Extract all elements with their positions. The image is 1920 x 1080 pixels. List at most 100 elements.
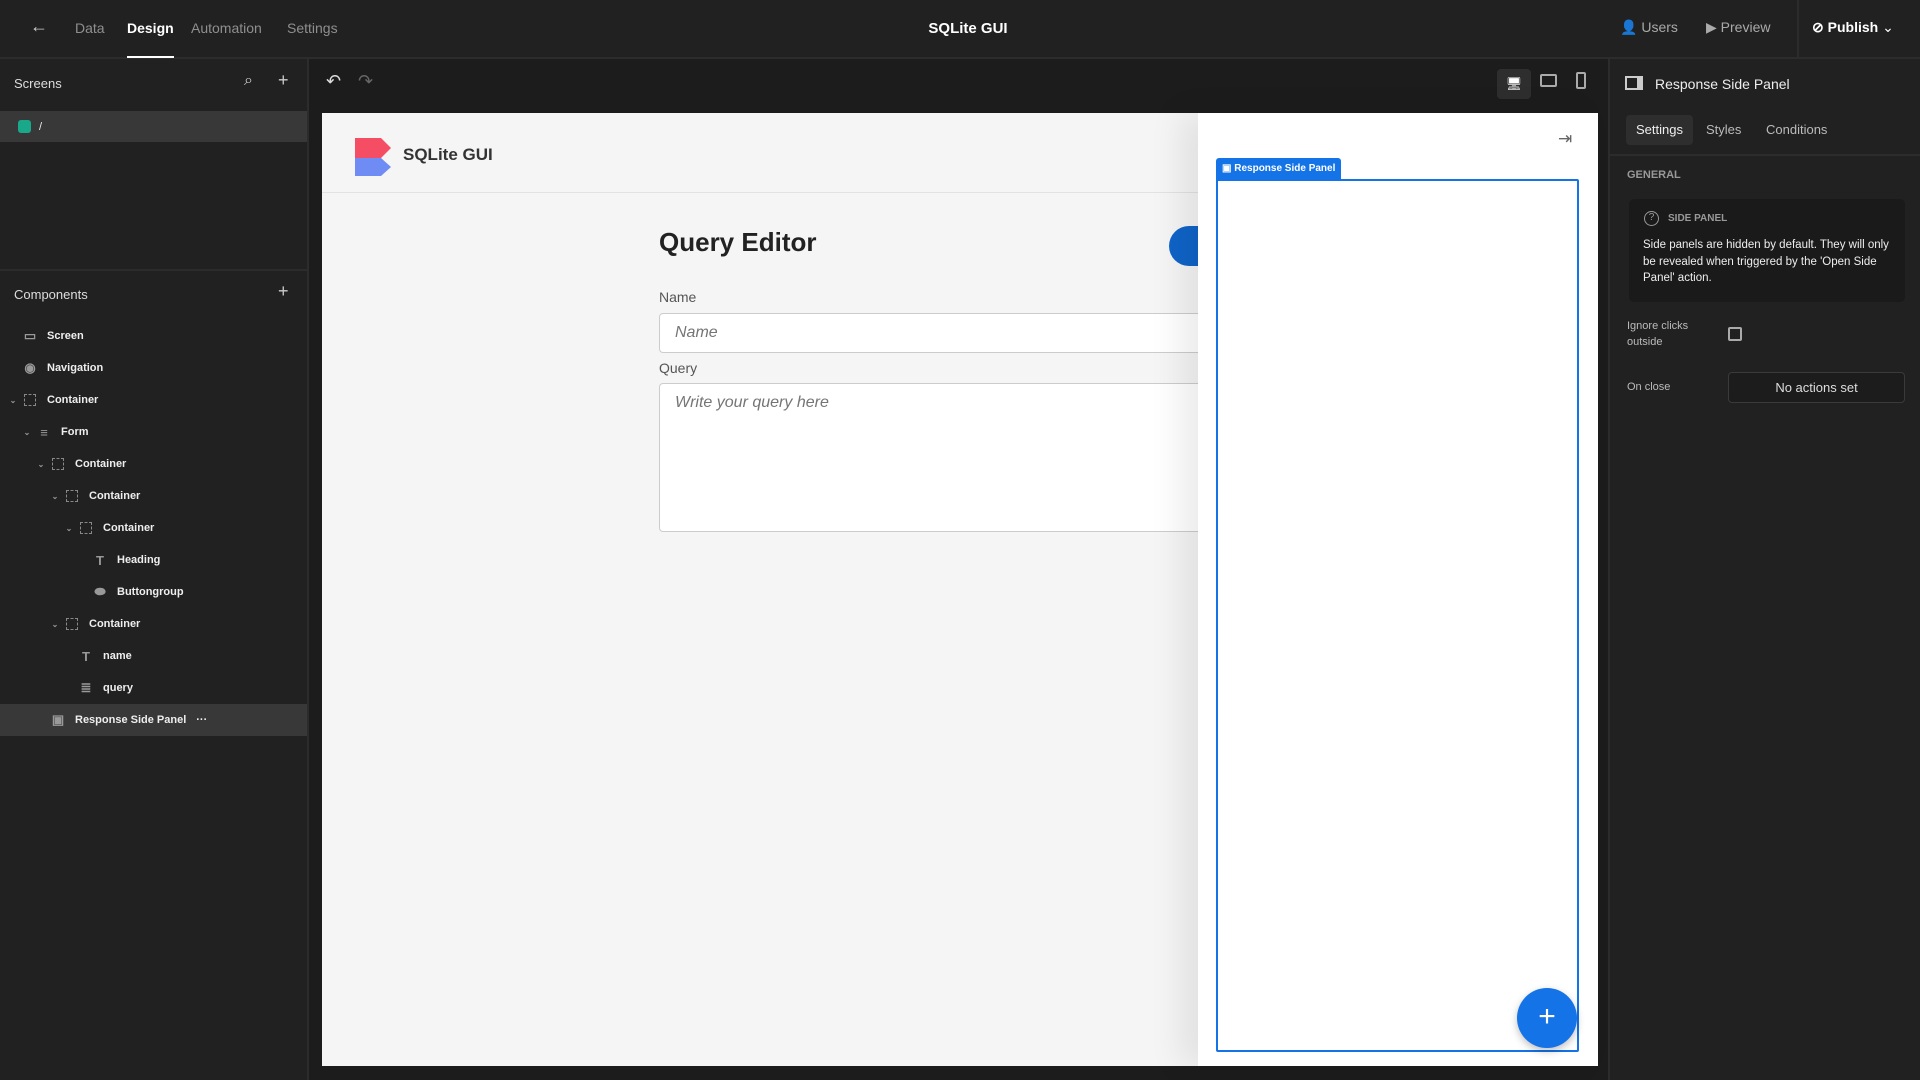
preview-label: Preview	[1720, 19, 1771, 35]
tree-item[interactable]: T Heading	[0, 544, 307, 576]
container-icon	[64, 618, 80, 630]
heading-icon: T	[96, 552, 104, 568]
tree-item[interactable]: ⌄ Container	[0, 480, 307, 512]
add-component-icon[interactable]: +	[278, 281, 289, 302]
chevron-down-icon[interactable]: ⌄	[36, 460, 46, 469]
users-label: Users	[1641, 19, 1678, 35]
tree-item-label: Response Side Panel	[75, 714, 187, 726]
eye-icon: ◉	[24, 360, 36, 375]
side-panel-tag-label: Response Side Panel	[1234, 163, 1336, 174]
publish-icon: ⊘	[1812, 19, 1824, 35]
tree-item[interactable]: ⬬ Buttongroup	[0, 576, 307, 608]
publish-button[interactable]: ⊘ Publish ⌄	[1812, 19, 1894, 36]
tree-item-label: query	[103, 682, 133, 694]
chevron-down-icon[interactable]: ⌄	[64, 524, 74, 533]
side-panel-dropzone[interactable]	[1216, 179, 1579, 1052]
tablet-view-icon[interactable]	[1540, 74, 1557, 87]
tree-item-label: Container	[89, 490, 141, 502]
tree-item[interactable]: ⌄ ≡ Form	[0, 416, 307, 448]
search-icon[interactable]: ⌕	[244, 72, 253, 90]
undo-icon[interactable]: ↶	[326, 71, 341, 92]
users-button[interactable]: 👤 Users	[1620, 19, 1678, 36]
form-icon: ≡	[40, 424, 48, 440]
container-icon	[64, 490, 80, 502]
user-icon: 👤	[1620, 19, 1638, 35]
tree-item-label: Buttongroup	[117, 586, 184, 598]
tree-item[interactable]: ⌄ Container	[0, 448, 307, 480]
mobile-view-icon[interactable]	[1576, 72, 1586, 89]
side-panel-icon: ▣	[1222, 163, 1232, 174]
tree-item-label: Container	[89, 618, 141, 630]
divider	[1797, 0, 1799, 57]
screen-icon: ▭	[23, 328, 37, 343]
redo-icon[interactable]: ↷	[358, 71, 373, 92]
publish-label: Publish	[1827, 19, 1879, 35]
screen-label: /	[39, 120, 43, 133]
tree-item[interactable]: ⌄ Container	[0, 608, 307, 640]
ignore-clicks-checkbox[interactable]	[1728, 327, 1742, 341]
response-side-panel[interactable]: ⇥ ▣ Response Side Panel +	[1198, 113, 1598, 1066]
info-box: ? SIDE PANEL Side panels are hidden by d…	[1629, 199, 1905, 302]
tab-settings[interactable]: Settings	[1626, 115, 1693, 145]
close-panel-icon[interactable]: ⇥	[1558, 129, 1572, 149]
side-panel-icon: ▣	[51, 712, 65, 727]
text-icon: T	[82, 648, 90, 664]
section-general: GENERAL	[1627, 169, 1681, 181]
canvas-toolbar: ↶ ↷ 🖥	[322, 59, 1598, 113]
chevron-down-icon[interactable]: ⌄	[50, 620, 60, 629]
app-brand: SQLite GUI	[403, 145, 493, 164]
side-panel-tag: ▣ Response Side Panel	[1216, 158, 1342, 179]
chevron-down-icon[interactable]: ⌄	[50, 492, 60, 501]
add-component-fab[interactable]: +	[1517, 988, 1577, 1048]
play-icon: ▶	[1706, 19, 1717, 35]
tree-item[interactable]: ≣ query	[0, 672, 307, 704]
container-icon	[22, 394, 38, 406]
tree-item-label: Form	[61, 426, 89, 438]
buttongroup-icon: ⬬	[94, 584, 106, 599]
screen-color-swatch	[18, 120, 31, 133]
tree-item[interactable]: ⌄ Container	[0, 512, 307, 544]
left-panel: Screens ⌕ + / Components + ▭ Screen ◉ Navig…	[0, 59, 309, 1080]
tree-item-label: Container	[47, 394, 99, 406]
tree-item[interactable]: ▭ Screen	[0, 320, 307, 352]
tree-item-label: Screen	[47, 330, 84, 342]
tree-item-label: Container	[103, 522, 155, 534]
on-close-label: On close	[1627, 381, 1671, 393]
name-label: Name	[659, 289, 697, 305]
screens-header: Screens	[14, 76, 62, 91]
top-bar: ← Data Design Automation Settings SQLite…	[0, 0, 1920, 59]
tree-item[interactable]: ⌄ Container	[0, 384, 307, 416]
preview-button[interactable]: ▶ Preview	[1706, 19, 1770, 36]
tree-item-label: name	[103, 650, 132, 662]
container-icon	[78, 522, 94, 534]
tab-styles[interactable]: Styles	[1696, 115, 1751, 145]
tree-item[interactable]: Tname	[0, 640, 307, 672]
chevron-down-icon: ⌄	[1882, 19, 1894, 35]
screen-item[interactable]: /	[0, 111, 307, 142]
ignore-clicks-label: Ignore clicks outside	[1627, 320, 1689, 348]
chevron-down-icon[interactable]: ⌄	[8, 396, 18, 405]
info-text: Side panels are hidden by default. They …	[1643, 239, 1889, 284]
panel-title: Response Side Panel	[1655, 76, 1790, 92]
page-heading: Query Editor	[659, 227, 817, 257]
divider	[0, 269, 307, 271]
container-icon	[50, 458, 66, 470]
add-screen-icon[interactable]: +	[278, 70, 289, 91]
desktop-view-icon[interactable]: 🖥	[1497, 69, 1531, 99]
more-options-icon[interactable]: ···	[196, 714, 207, 726]
tree-item-label: Heading	[117, 554, 161, 566]
tab-conditions[interactable]: Conditions	[1756, 115, 1837, 145]
tree-item-label: Container	[75, 458, 127, 470]
settings-panel: Response Side Panel Settings Styles Cond…	[1608, 59, 1920, 1080]
chevron-down-icon[interactable]: ⌄	[22, 428, 32, 437]
tree-item[interactable]: ◉ Navigation	[0, 352, 307, 384]
on-close-actions-button[interactable]: No actions set	[1728, 372, 1905, 403]
query-label: Query	[659, 360, 698, 376]
textarea-icon: ≣	[80, 680, 92, 695]
tree-item[interactable]: ▣ Response Side Panel ···	[0, 704, 307, 736]
side-panel-icon	[1625, 76, 1643, 90]
logo-icon	[355, 138, 391, 176]
info-title: SIDE PANEL	[1668, 213, 1728, 224]
components-header: Components	[14, 287, 88, 302]
divider	[1610, 154, 1920, 156]
